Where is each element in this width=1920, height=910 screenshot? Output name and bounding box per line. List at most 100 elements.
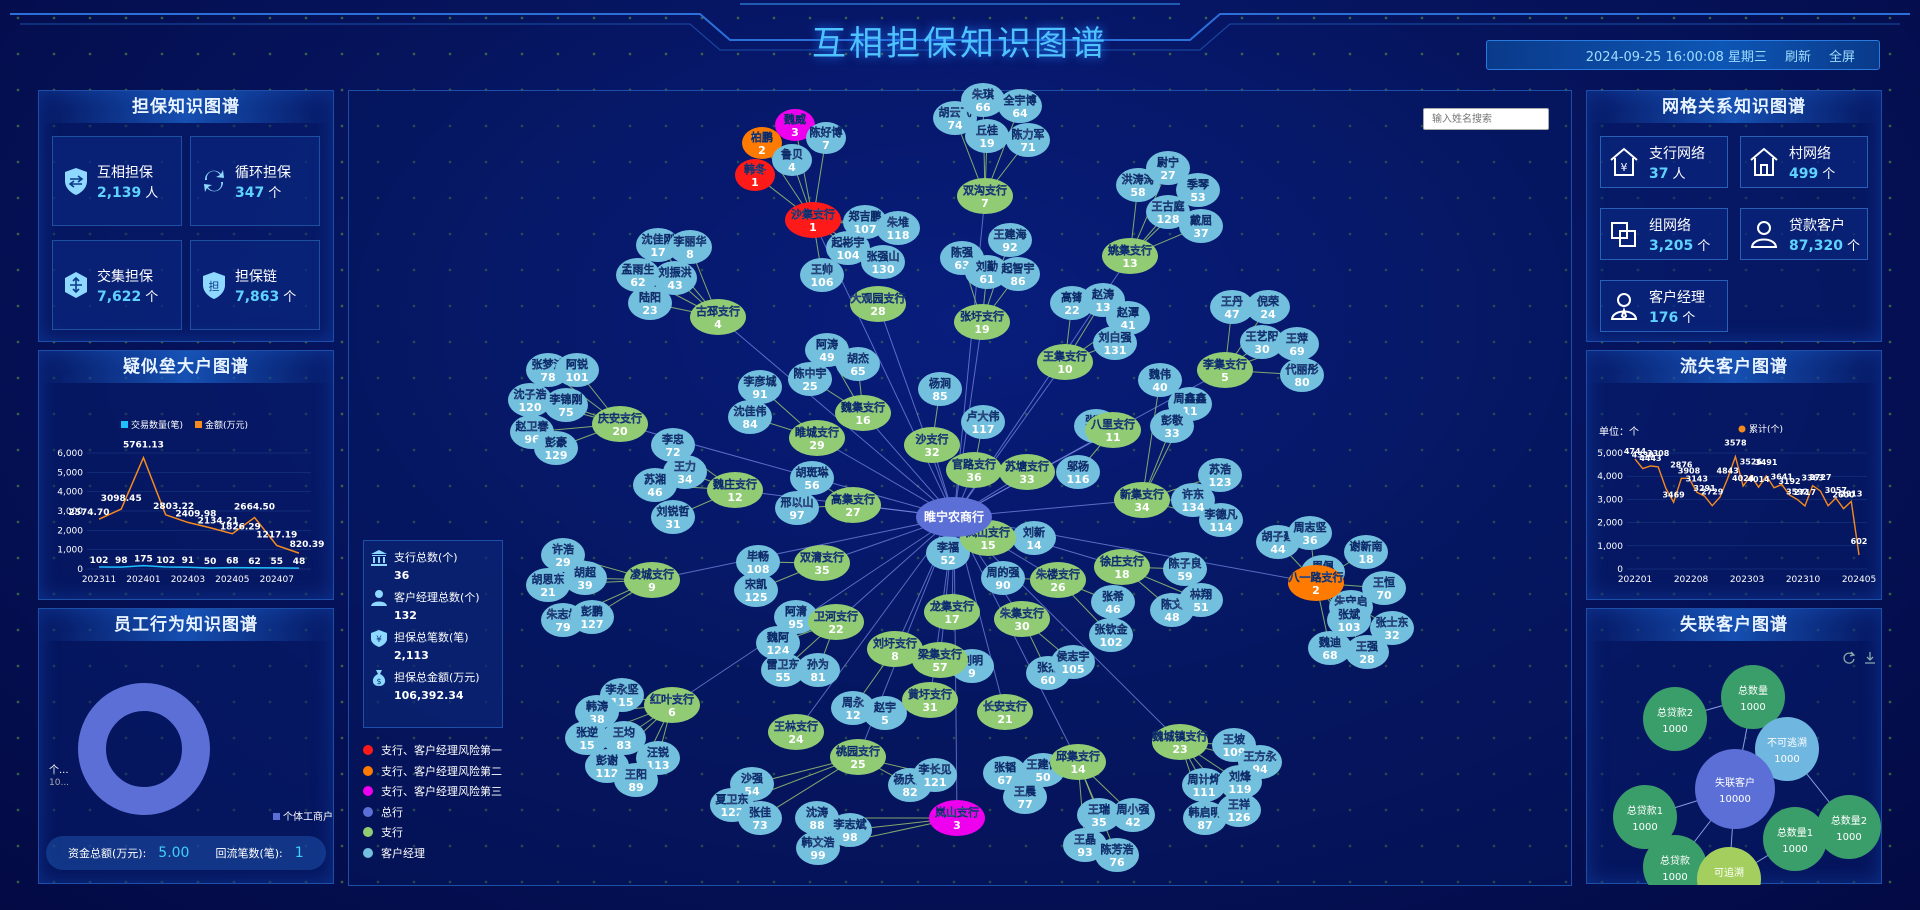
refresh-icon[interactable] (1842, 651, 1856, 665)
manager-node[interactable]: 王祥126 (1217, 793, 1261, 827)
manager-node[interactable]: 李彦城91 (738, 370, 782, 404)
branch-node[interactable]: 黄圩支行31 (902, 682, 958, 718)
branch-node[interactable]: 王林支行24 (768, 714, 824, 750)
root-node[interactable]: 睢宁农商行 (916, 497, 992, 537)
branch-node[interactable]: 梁集支行57 (912, 642, 968, 678)
branch-node[interactable]: 苏塘支行33 (999, 454, 1055, 490)
branch-node[interactable]: 桃园支行25 (830, 739, 886, 775)
stat-branch-network[interactable]: ¥ 支行网络 37 人 (1600, 136, 1728, 188)
manager-node[interactable]: 赵宇5 (863, 696, 907, 730)
manager-node[interactable]: 陈芳浩76 (1095, 838, 1139, 872)
manager-node[interactable]: 王萍69 (1275, 327, 1319, 361)
manager-node[interactable]: 侯志宇105 (1051, 645, 1095, 679)
legend-item[interactable]: 支行 (363, 822, 563, 843)
legend-item[interactable]: 支行、客户经理风险第一 (363, 740, 563, 761)
manager-node[interactable]: 彭鹏127 (570, 600, 614, 634)
manager-node[interactable]: 孙为81 (796, 653, 840, 687)
manager-node[interactable]: 张钦金102 (1089, 618, 1133, 652)
lost-node[interactable]: 失联客户 10000 (1695, 749, 1775, 829)
manager-node[interactable]: 邬杨116 (1056, 455, 1100, 489)
lost-node[interactable]: 总数量2 1000 (1817, 795, 1881, 859)
manager-node[interactable]: 起智宇86 (996, 257, 1040, 291)
lost-customer-graph[interactable]: 总贷款2 1000 总数量 1000 不可逃溯 1000 失联客户 10000 总贷款1 1000… (1587, 641, 1883, 910)
manager-node[interactable]: 胡斑琳56 (790, 461, 834, 495)
manager-node[interactable]: 刘白强131 (1093, 326, 1137, 360)
manager-node[interactable]: 李长见121 (913, 758, 957, 792)
manager-node[interactable]: 阿锐101 (555, 353, 599, 387)
branch-node[interactable]: 徐庄支行18 (1094, 549, 1150, 585)
stat-village-network[interactable]: 村网络 499 个 (1740, 136, 1868, 188)
branch-node[interactable]: 岚山支行3 (929, 800, 985, 836)
branch-node[interactable]: 龙集支行17 (924, 594, 980, 630)
manager-node[interactable]: 代丽彤80 (1280, 358, 1324, 392)
branch-node[interactable]: 睢城支行29 (789, 420, 845, 456)
manager-node[interactable]: 刘锐哲31 (651, 500, 695, 534)
manager-node[interactable]: 王晨77 (1003, 780, 1047, 814)
manager-node[interactable]: 张佳73 (738, 801, 782, 835)
manager-node[interactable]: 彭豪129 (534, 431, 578, 465)
manager-node[interactable]: 王强28 (1345, 635, 1389, 669)
manager-node[interactable]: 韩文浩99 (796, 831, 840, 865)
manager-node[interactable]: 全宇博64 (998, 89, 1042, 123)
manager-node[interactable]: 陈子良59 (1163, 552, 1207, 586)
manager-node[interactable]: 张希46 (1091, 585, 1135, 619)
manager-node[interactable]: 朱堆118 (876, 211, 920, 245)
manager-node[interactable]: 胡杰65 (836, 347, 880, 381)
lost-node[interactable]: 总数量1 1000 (1763, 807, 1827, 871)
manager-node[interactable]: 李德凡114 (1199, 503, 1243, 537)
manager-node[interactable]: 陆阳23 (628, 286, 672, 320)
branch-node[interactable]: 大观园支行28 (850, 286, 906, 322)
branch-node[interactable]: 庆安支行20 (592, 406, 648, 442)
manager-node[interactable]: 沈佳伟84 (728, 400, 772, 434)
manager-node[interactable]: 刘新14 (1012, 521, 1056, 555)
manager-node[interactable]: 苏湘46 (633, 468, 677, 502)
manager-node[interactable]: 陈力军71 (1006, 123, 1050, 157)
manager-node[interactable]: 宋凯125 (734, 573, 778, 607)
manager-node[interactable]: 杨涧85 (918, 372, 962, 406)
stat-group-network[interactable]: 组网络 3,205 个 (1600, 208, 1728, 260)
branch-node[interactable]: 魏庄支行12 (707, 472, 763, 508)
manager-node[interactable]: 王帅106 (800, 258, 844, 292)
manager-node[interactable]: 周的强90 (981, 561, 1025, 595)
manager-node[interactable]: 周小强42 (1111, 798, 1155, 832)
stat-loan-customers[interactable]: 贷款客户 87,320 个 (1740, 208, 1868, 260)
download-icon[interactable] (1863, 651, 1877, 665)
lost-node[interactable]: 可追溯 1000 (1697, 847, 1761, 910)
branch-node[interactable]: 朱集支行30 (994, 601, 1050, 637)
manager-node[interactable]: 林翔51 (1179, 583, 1223, 617)
manager-node[interactable]: 丘桂19 (965, 119, 1009, 153)
lost-node[interactable]: 总贷款2 1000 (1643, 687, 1707, 751)
branch-node[interactable]: 王集支行10 (1037, 344, 1093, 380)
branch-node[interactable]: 八里支行11 (1085, 412, 1141, 448)
manager-node[interactable]: 韩冬1 (735, 159, 775, 191)
branch-node[interactable]: 魏城镇支行23 (1151, 724, 1209, 760)
legend-item[interactable]: 支行、客户经理风险第二 (363, 761, 563, 782)
branch-node[interactable]: 沙集支行1 (785, 202, 841, 238)
manager-node[interactable]: 胡思东21 (526, 568, 570, 602)
branch-node[interactable]: 双沟支行7 (957, 178, 1013, 214)
branch-node[interactable]: 新集支行34 (1114, 482, 1170, 518)
branch-node[interactable]: 李集支行5 (1197, 352, 1253, 388)
branch-node[interactable]: 长安支行21 (977, 694, 1033, 730)
manager-node[interactable]: 陈好博7 (806, 122, 846, 154)
branch-node[interactable]: 八一路支行2 (1287, 565, 1345, 601)
manager-node[interactable]: 胡超39 (563, 561, 607, 595)
branch-node[interactable]: 魏集支行16 (835, 395, 891, 431)
branch-node[interactable]: 姚集支行13 (1102, 238, 1158, 274)
branch-node[interactable]: 官路支行36 (946, 452, 1002, 488)
manager-node[interactable]: 王建海92 (988, 223, 1032, 257)
manager-node[interactable]: 邢以山97 (775, 491, 819, 525)
legend-item[interactable]: 支行、客户经理风险第三 (363, 781, 563, 802)
branch-node[interactable]: 凌城支行9 (624, 562, 680, 598)
manager-node[interactable]: 张强山130 (861, 245, 905, 279)
branch-node[interactable]: 卫河支行22 (808, 604, 864, 640)
manager-node[interactable]: 周志坚36 (1288, 516, 1332, 550)
branch-node[interactable]: 邱集支行14 (1050, 744, 1106, 780)
branch-node[interactable]: 高集支行27 (825, 487, 881, 523)
manager-node[interactable]: 王阳89 (614, 763, 658, 797)
branch-node[interactable]: 红叶支行6 (644, 687, 700, 723)
manager-node[interactable]: 倪荣24 (1246, 290, 1290, 324)
stat-managers[interactable]: 客户经理 176 个 (1600, 280, 1728, 332)
manager-node[interactable]: 戴屈37 (1179, 209, 1223, 243)
manager-node[interactable]: 李锦刚75 (544, 388, 588, 422)
